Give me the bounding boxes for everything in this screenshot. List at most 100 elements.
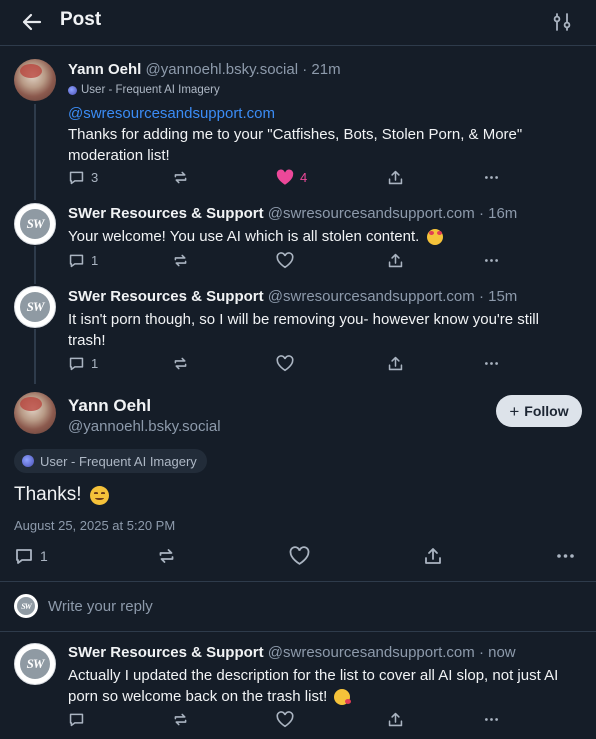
post-body: Actually I updated the description for t… <box>68 667 559 705</box>
author-name[interactable]: SWer Resources & Support <box>68 205 264 222</box>
reply-button[interactable]: 1 <box>14 546 48 566</box>
reply-button[interactable] <box>68 711 85 728</box>
plus-icon: + <box>509 401 520 421</box>
smiling-face-emoji <box>89 485 109 505</box>
share-icon <box>388 170 403 185</box>
like-button[interactable] <box>289 546 310 566</box>
reply-count: 1 <box>40 548 48 564</box>
author-name[interactable]: Yann Oehl <box>68 61 141 78</box>
heart-icon <box>276 711 294 728</box>
more-icon <box>485 259 498 262</box>
post-actions: 1 <box>68 355 508 375</box>
mention-link[interactable]: @swresourcesandsupport.com <box>68 105 275 122</box>
heart-icon <box>276 355 294 372</box>
post-body: Your welcome! You use AI which is all st… <box>68 228 420 245</box>
heart-icon <box>289 546 310 565</box>
share-icon <box>388 712 403 727</box>
repost-button[interactable] <box>172 711 189 728</box>
post-text: Thanks! <box>14 484 109 506</box>
share-button[interactable] <box>387 711 404 728</box>
post-text: @swresourcesandsupport.com Thanks for ad… <box>68 103 578 166</box>
reply-composer[interactable]: SW Write your reply <box>14 594 153 618</box>
reply-button[interactable]: 1 <box>68 252 98 269</box>
avatar[interactable] <box>14 392 56 434</box>
repost-icon <box>159 549 174 563</box>
repost-button[interactable] <box>156 546 177 566</box>
avatar[interactable]: SW <box>14 643 56 685</box>
author-handle[interactable]: @swresourcesandsupport.com <box>268 644 475 661</box>
back-arrow-icon[interactable] <box>20 10 44 34</box>
avatar[interactable] <box>14 59 56 101</box>
avatar[interactable]: SW <box>14 203 56 245</box>
post-time: · 21m <box>302 61 341 78</box>
author-name[interactable]: SWer Resources & Support <box>68 644 264 661</box>
post-text: It isn't porn though, so I will be remov… <box>68 311 539 349</box>
more-icon <box>557 554 574 558</box>
reply-icon <box>69 254 84 268</box>
share-icon <box>425 548 441 564</box>
smiling-face-with-hearts-emoji <box>426 229 443 246</box>
more-button[interactable] <box>483 711 500 728</box>
thread-line <box>34 104 36 200</box>
post-body: Thanks for adding me to your "Catfishes,… <box>68 126 523 164</box>
reply-button[interactable]: 3 <box>68 169 98 186</box>
more-button[interactable] <box>555 546 576 566</box>
reply-count: 1 <box>91 253 99 268</box>
sliders-icon[interactable] <box>551 11 573 33</box>
sw-logo: SW <box>20 292 50 322</box>
author-handle[interactable]: @swresourcesandsupport.com <box>268 205 475 222</box>
share-button[interactable] <box>387 169 404 186</box>
page-title: Post <box>60 9 102 30</box>
repost-icon <box>174 713 187 726</box>
reply-icon <box>69 357 84 371</box>
share-button[interactable] <box>423 546 443 566</box>
reply-count: 1 <box>91 356 99 371</box>
more-button[interactable] <box>483 252 500 269</box>
like-button[interactable] <box>276 252 294 269</box>
post-text: Actually I updated the description for t… <box>68 665 578 707</box>
reply-placeholder[interactable]: Write your reply <box>48 598 153 615</box>
more-icon <box>485 176 498 179</box>
reply-icon <box>69 171 84 185</box>
post-actions: 1 <box>68 252 508 272</box>
reply-button[interactable]: 1 <box>68 355 98 372</box>
author-name[interactable]: Yann Oehl <box>68 396 151 416</box>
more-button[interactable] <box>483 355 500 372</box>
more-button[interactable] <box>483 169 500 186</box>
repost-button[interactable] <box>172 355 189 372</box>
my-avatar: SW <box>14 594 38 618</box>
thread-line <box>34 246 36 284</box>
post-timestamp[interactable]: August 25, 2025 at 5:20 PM <box>14 518 175 533</box>
post-text: Your welcome! You use AI which is all st… <box>68 226 578 247</box>
like-count: 4 <box>300 170 308 185</box>
thread-line <box>34 329 36 384</box>
label-text: User - Frequent AI Imagery <box>40 453 197 469</box>
label-icon <box>68 85 77 95</box>
post-actions <box>68 711 508 731</box>
more-icon <box>485 718 498 721</box>
divider <box>0 581 596 582</box>
user-label-badge[interactable]: User - Frequent AI Imagery <box>68 84 220 96</box>
reply-icon <box>16 549 32 564</box>
like-button[interactable]: 4 <box>276 169 307 186</box>
like-button[interactable] <box>276 711 294 728</box>
avatar[interactable]: SW <box>14 286 56 328</box>
reply-count: 3 <box>91 170 99 185</box>
post-time: · now <box>478 644 516 661</box>
repost-button[interactable] <box>172 169 189 186</box>
follow-button[interactable]: + Follow <box>496 395 582 427</box>
reply-icon <box>69 713 84 727</box>
share-button[interactable] <box>387 252 404 269</box>
post-actions: 3 4 <box>68 169 508 189</box>
post-actions: 1 <box>14 544 584 566</box>
share-button[interactable] <box>387 355 404 372</box>
repost-button[interactable] <box>172 252 189 269</box>
author-handle[interactable]: @yannoehl.bsky.social <box>68 418 221 435</box>
author-handle[interactable]: @swresourcesandsupport.com <box>268 288 475 305</box>
repost-icon <box>174 357 187 370</box>
author-handle[interactable]: @yannoehl.bsky.social <box>146 61 299 78</box>
sw-logo: SW <box>17 597 35 615</box>
like-button[interactable] <box>276 355 294 372</box>
author-name[interactable]: SWer Resources & Support <box>68 288 264 305</box>
user-label-badge[interactable]: User - Frequent AI Imagery <box>14 449 207 473</box>
